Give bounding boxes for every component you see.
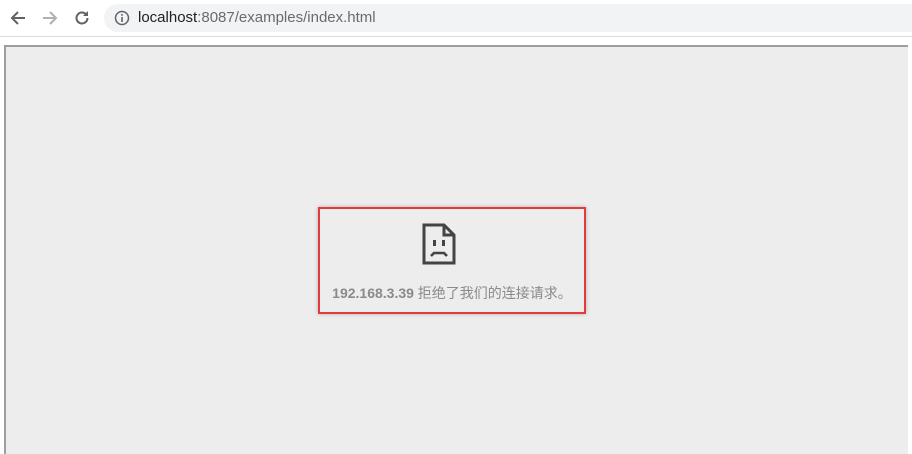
url-text[interactable]: localhost:8087/examples/index.html (138, 9, 376, 27)
error-message: 192.168.3.39 拒绝了我们的连接请求。 (320, 283, 584, 303)
arrow-left-icon (10, 11, 25, 25)
error-ip: 192.168.3.39 (332, 285, 414, 301)
arrow-right-icon (43, 11, 58, 25)
url-path: :8087/examples/index.html (197, 9, 376, 26)
sad-document-icon (422, 223, 456, 265)
url-host: localhost (138, 9, 198, 26)
reload-button[interactable] (70, 6, 94, 30)
reload-icon (75, 11, 89, 25)
back-button[interactable] (6, 6, 30, 30)
error-highlight-box: 192.168.3.39 拒绝了我们的连接请求。 (318, 207, 586, 314)
forward-button[interactable] (38, 6, 62, 30)
address-bar[interactable]: localhost:8087/examples/index.html (104, 4, 912, 32)
browser-toolbar: localhost:8087/examples/index.html (0, 0, 912, 37)
info-icon[interactable] (114, 10, 130, 26)
error-message-text: 拒绝了我们的连接请求。 (413, 285, 572, 301)
